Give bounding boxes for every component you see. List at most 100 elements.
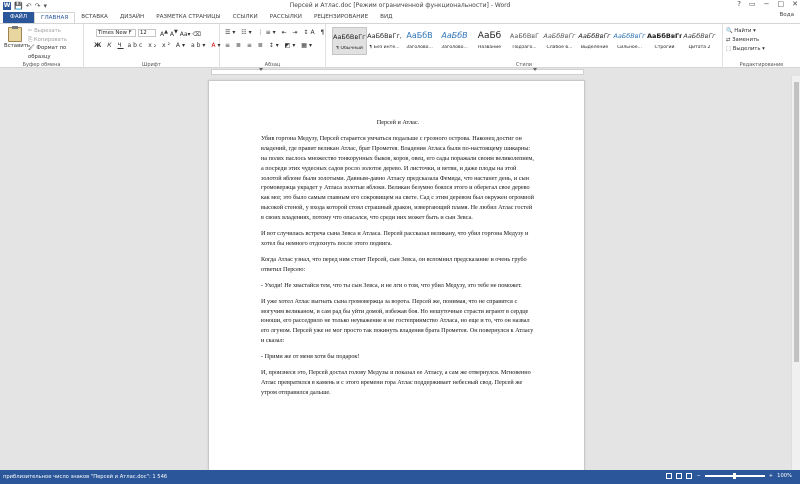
replace-icon: ⇄ xyxy=(726,37,731,43)
tab-insert[interactable]: ВСТАВКА xyxy=(75,12,114,23)
alignment-icons[interactable]: ≡ ≣ ≡ ≣ ↕▾ ◩▾ ▦▾ xyxy=(225,42,314,49)
font-format-icons[interactable]: Ж К Ч abc x₂ x² A▾ ab▾ A▾ xyxy=(94,42,222,49)
font-grow-shrink-icons[interactable]: A▲ A▼ Aa▾ ⌫ xyxy=(160,29,201,38)
style-preview: АаБб xyxy=(477,31,502,41)
word-count[interactable]: приблизительное число знаков "Персей и А… xyxy=(3,474,167,480)
style-no-spacing[interactable]: АаБбВвГг, ¶ Без инте... xyxy=(367,27,402,55)
style-preview: АаБбВвГг xyxy=(647,32,682,40)
maximize-button[interactable]: □ xyxy=(778,0,785,8)
cut-label: Вырезать xyxy=(34,28,61,34)
clipboard-icon xyxy=(8,26,22,42)
style-name: Сильное... xyxy=(617,45,642,50)
style-name: Цитата 2 xyxy=(688,45,711,50)
group-clipboard: Вставить ✂ Вырезать ⎘ Копировать 🖌 Форма… xyxy=(0,24,84,69)
style-preview: АаБбВвГ xyxy=(509,32,540,40)
paragraph: Когда Атлас узнал, что перед ним стоит П… xyxy=(261,255,527,273)
style-heading-1[interactable]: АаБбВ Заголово... xyxy=(402,27,437,55)
web-layout-icon[interactable] xyxy=(686,473,693,479)
tab-home[interactable]: ГЛАВНАЯ xyxy=(34,12,76,23)
style-name: Подзаго... xyxy=(512,45,537,50)
tab-design[interactable]: ДИЗАЙН xyxy=(114,12,150,23)
style-preview: АаБбВвГг, xyxy=(367,32,402,40)
help-icon[interactable]: ? xyxy=(737,0,741,8)
copy-button[interactable]: ⎘ Копировать xyxy=(28,36,83,45)
paragraph: - Уходи! Не хвастайся тем, что ты сын Зе… xyxy=(261,281,522,289)
ribbon-tabs: ФАЙЛ ГЛАВНАЯ ВСТАВКА ДИЗАЙН РАЗМЕТКА СТР… xyxy=(0,11,800,23)
ribbon: Вставить ✂ Вырезать ⎘ Копировать 🖌 Форма… xyxy=(0,23,800,69)
paragraph: - Прими же от меня хотя бы подарок! xyxy=(261,353,360,361)
zoom-slider[interactable] xyxy=(704,473,765,479)
style-name: ¶ Без инте... xyxy=(369,45,400,50)
document-page[interactable]: Персей и Атлас. Убив горгона Медузу, Пер… xyxy=(208,80,585,470)
style-subtle-emphasis[interactable]: АаБбВвГг Слабое в... xyxy=(542,27,577,55)
zoom-level[interactable]: 100% xyxy=(777,473,792,479)
zoom-slider-knob[interactable] xyxy=(732,473,736,479)
style-intense-emphasis[interactable]: АаБбВвГг Сильное... xyxy=(612,27,647,55)
style-preview: АаБбВвГг, xyxy=(333,33,366,41)
find-label: Найти xyxy=(734,28,752,34)
style-subtitle[interactable]: АаБбВвГ Подзаго... xyxy=(507,27,542,55)
clipboard-commands: ✂ Вырезать ⎘ Копировать 🖌 Формат по обра… xyxy=(28,27,83,61)
style-name: Название xyxy=(477,45,502,50)
style-preview: АаБбВвГг xyxy=(543,32,576,40)
style-heading-2[interactable]: АаБбВ Заголово... xyxy=(437,27,472,55)
document-workspace: Персей и Атлас. Убив горгона Медузу, Пер… xyxy=(0,76,800,470)
paragraph: И вот случилась встреча сына Зевса и Атл… xyxy=(261,230,529,247)
ribbon-display-icon[interactable]: ▭ xyxy=(749,0,756,8)
style-name: Выделение xyxy=(580,45,609,50)
style-preview: АаБбВвГг xyxy=(578,32,611,40)
group-font: Times New F 12 A▲ A▼ Aa▾ ⌫ Ж К Ч abc x₂ … xyxy=(84,24,220,69)
tab-layout[interactable]: РАЗМЕТКА СТРАНИЦЫ xyxy=(150,12,226,23)
print-layout-icon[interactable] xyxy=(676,473,683,479)
left-indent-marker[interactable] xyxy=(259,68,263,71)
zoom-in-icon[interactable]: + xyxy=(769,473,773,479)
style-preview: АаБбВ xyxy=(441,31,468,40)
tab-review[interactable]: РЕЦЕНЗИРОВАНИЕ xyxy=(308,12,374,23)
tab-file[interactable]: ФАЙЛ xyxy=(3,12,35,23)
font-size-select[interactable]: 12 xyxy=(138,29,156,37)
right-indent-marker[interactable] xyxy=(533,68,537,71)
find-button[interactable]: 🔍 Найти ▾ xyxy=(726,27,765,36)
style-preview: АаБбВ xyxy=(406,31,433,40)
search-icon: 🔍 xyxy=(726,28,733,34)
horizontal-ruler[interactable] xyxy=(0,68,800,76)
replace-button[interactable]: ⇄ Заменить xyxy=(726,36,765,45)
style-name: Заголово... xyxy=(441,45,468,50)
tab-mailings[interactable]: РАССЫЛКИ xyxy=(264,12,308,23)
zoom-controls: − + 100% xyxy=(666,473,792,479)
user-name[interactable]: Вода xyxy=(779,12,794,18)
window-title: Персей и Атлас.doc [Режим ограниченной ф… xyxy=(289,2,511,9)
paragraph: И, произнеся это, Персей достал голову М… xyxy=(261,369,531,396)
tab-view[interactable]: ВИД xyxy=(374,12,398,23)
document-content[interactable]: Персей и Атлас. Убив горгона Медузу, Пер… xyxy=(261,118,535,404)
ruler-bar xyxy=(211,69,584,75)
style-name: Строгий xyxy=(654,45,675,50)
select-label: Выделить xyxy=(732,46,761,52)
select-button[interactable]: ⬚ Выделить ▾ xyxy=(726,45,765,54)
read-mode-icon[interactable] xyxy=(666,473,673,479)
word-window: W 💾 ↶ ↷ ▾ Персей и Атлас.doc [Режим огра… xyxy=(0,0,800,484)
format-painter-label: Формат по образцу xyxy=(28,45,67,60)
tab-references[interactable]: ССЫЛКИ xyxy=(227,12,264,23)
title-bar: W 💾 ↶ ↷ ▾ Персей и Атлас.doc [Режим огра… xyxy=(0,0,800,11)
style-title[interactable]: АаБб Название xyxy=(472,27,507,55)
style-strong[interactable]: АаБбВвГг Строгий xyxy=(647,27,682,55)
minimize-button[interactable]: − xyxy=(764,0,770,8)
font-name-select[interactable]: Times New F xyxy=(96,29,136,37)
style-name: ¶ Обычный xyxy=(336,46,363,51)
style-emphasis[interactable]: АаБбВвГг Выделение xyxy=(577,27,612,55)
vertical-scrollbar[interactable] xyxy=(791,76,800,470)
paste-button[interactable]: Вставить xyxy=(4,26,30,49)
style-quote-2[interactable]: АаБбВвГг Цитата 2 xyxy=(682,27,717,55)
styles-gallery: АаБбВвГг, ¶ Обычный АаБбВвГг, ¶ Без инте..… xyxy=(332,27,717,55)
scrollbar-thumb[interactable] xyxy=(794,82,799,362)
style-normal[interactable]: АаБбВвГг, ¶ Обычный xyxy=(332,27,367,55)
document-title: Персей и Атлас. xyxy=(376,119,420,126)
zoom-out-icon[interactable]: − xyxy=(696,473,700,479)
status-bar: приблизительное число знаков "Персей и А… xyxy=(0,470,800,484)
editing-commands: 🔍 Найти ▾ ⇄ Заменить ⬚ Выделить ▾ xyxy=(726,27,765,54)
list-icons[interactable]: ☰▾ ☷▾ ⋮≡▾ ⇤ ⇥ ↕A ¶ xyxy=(225,29,326,36)
cut-button[interactable]: ✂ Вырезать xyxy=(28,27,83,36)
close-button[interactable]: ✕ xyxy=(792,0,798,8)
format-painter-button[interactable]: 🖌 Формат по образцу xyxy=(28,44,83,61)
